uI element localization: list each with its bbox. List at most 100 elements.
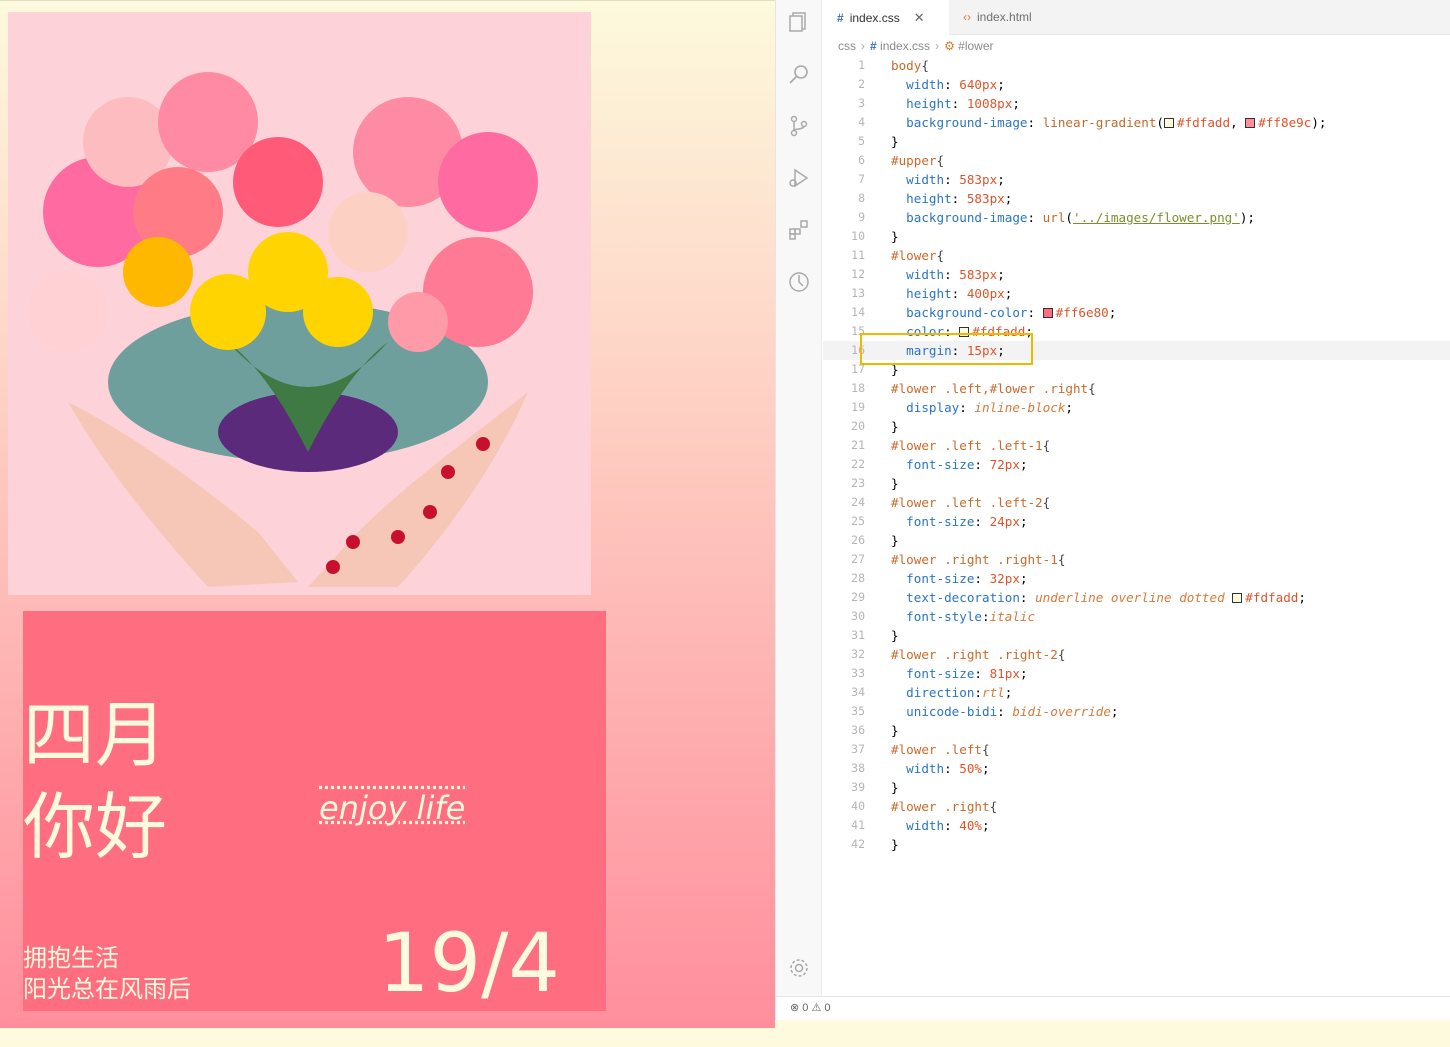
error-icon[interactable]: ⊗ <box>790 1002 799 1014</box>
code-text[interactable]: } <box>891 626 899 645</box>
code-text[interactable]: height: 400px; <box>891 284 1012 303</box>
color-swatch-icon[interactable] <box>959 327 970 337</box>
code-line[interactable]: 3 height: 1008px; <box>823 94 1450 113</box>
code-line[interactable]: 22 font-size: 72px; <box>823 455 1450 474</box>
code-line[interactable]: 13 height: 400px; <box>823 284 1450 303</box>
code-line[interactable]: 37 #lower .left{ <box>823 740 1450 759</box>
close-icon[interactable]: ✕ <box>914 10 925 25</box>
code-line[interactable]: 19 display: inline-block; <box>823 398 1450 417</box>
code-text[interactable]: height: 1008px; <box>891 94 1020 113</box>
code-line[interactable]: 11 #lower{ <box>823 246 1450 265</box>
extensions-icon[interactable] <box>787 218 811 242</box>
code-text[interactable]: unicode-bidi: bidi-override; <box>891 702 1118 721</box>
code-line[interactable]: 2 width: 640px; <box>823 75 1450 94</box>
code-text[interactable]: body{ <box>891 56 929 75</box>
color-swatch-icon[interactable] <box>1042 308 1053 318</box>
code-line[interactable]: 32 #lower .right .right-2{ <box>823 645 1450 664</box>
code-text[interactable]: width: 583px; <box>891 265 1005 284</box>
search-icon[interactable] <box>787 62 811 86</box>
code-area[interactable]: 1 body{2 width: 640px; 3 height: 1008px; 4 … <box>823 56 1450 986</box>
tab-index-css[interactable]: # index.css ✕ <box>823 0 949 35</box>
code-text[interactable]: background-image: linear-gradient(#fdfad… <box>891 113 1326 132</box>
code-line[interactable]: 30 font-style:italic <box>823 607 1450 626</box>
code-text[interactable]: font-style:italic <box>891 607 1035 626</box>
code-line[interactable]: 26} <box>823 531 1450 550</box>
code-text[interactable]: width: 640px; <box>891 75 1005 94</box>
code-text[interactable]: #lower .right{ <box>891 797 997 816</box>
code-text[interactable]: height: 583px; <box>891 189 1012 208</box>
code-text[interactable]: font-size: 72px; <box>891 455 1027 474</box>
code-text[interactable]: } <box>891 721 899 740</box>
code-text[interactable]: #lower .right .right-1{ <box>891 550 1065 569</box>
code-text[interactable]: } <box>891 835 899 854</box>
code-line[interactable]: 21 #lower .left .left-1{ <box>823 436 1450 455</box>
code-text[interactable]: } <box>891 132 899 151</box>
code-text[interactable]: font-size: 24px; <box>891 512 1027 531</box>
code-text[interactable]: } <box>891 417 899 436</box>
code-line[interactable]: 24 #lower .left .left-2{ <box>823 493 1450 512</box>
code-text[interactable]: } <box>891 474 899 493</box>
breadcrumb-folder[interactable]: css <box>838 39 856 53</box>
code-line[interactable]: 42} <box>823 835 1450 854</box>
color-swatch-icon[interactable] <box>1245 118 1256 128</box>
code-line[interactable]: 5} <box>823 132 1450 151</box>
code-line[interactable]: 8 height: 583px; <box>823 189 1450 208</box>
breadcrumb-symbol[interactable]: #lower <box>958 39 993 53</box>
code-line[interactable]: 23} <box>823 474 1450 493</box>
code-text[interactable]: #lower .left .left-2{ <box>891 493 1050 512</box>
code-line[interactable]: 1 body{ <box>823 56 1450 75</box>
code-text[interactable]: background-image: url('../images/flower.… <box>891 208 1255 227</box>
code-text[interactable]: #upper{ <box>891 151 944 170</box>
code-text[interactable]: background-color: #ff6e80; <box>891 303 1116 322</box>
code-line[interactable]: 12 width: 583px; <box>823 265 1450 284</box>
code-line[interactable]: 14 background-color: #ff6e80; <box>823 303 1450 322</box>
code-text[interactable]: #lower .left,#lower .right{ <box>891 379 1096 398</box>
code-text[interactable]: #lower{ <box>891 246 944 265</box>
code-line[interactable]: 41 width: 40%; <box>823 816 1450 835</box>
code-text[interactable]: display: inline-block; <box>891 398 1073 417</box>
code-line[interactable]: 15 color: #fdfadd; <box>823 322 1450 341</box>
breadcrumb-file[interactable]: index.css <box>880 39 930 53</box>
code-line[interactable]: 6 #upper{ <box>823 151 1450 170</box>
code-text[interactable]: width: 40%; <box>891 816 989 835</box>
error-count[interactable]: 0 <box>802 1002 808 1014</box>
color-swatch-icon[interactable] <box>1232 593 1243 603</box>
code-text[interactable]: color: #fdfadd; <box>891 322 1033 341</box>
timeline-icon[interactable] <box>787 270 811 294</box>
code-text[interactable]: direction:rtl; <box>891 683 1012 702</box>
code-line[interactable]: 7 width: 583px; <box>823 170 1450 189</box>
code-line[interactable]: 31} <box>823 626 1450 645</box>
code-text[interactable]: } <box>891 360 899 379</box>
code-line[interactable]: 40 #lower .right{ <box>823 797 1450 816</box>
code-text[interactable]: #lower .left .left-1{ <box>891 436 1050 455</box>
code-text[interactable]: #lower .left{ <box>891 740 990 759</box>
code-line[interactable]: 10} <box>823 227 1450 246</box>
code-text[interactable]: #lower .right .right-2{ <box>891 645 1065 664</box>
code-line[interactable]: 38 width: 50%; <box>823 759 1450 778</box>
warning-icon[interactable]: ⚠ <box>811 1002 821 1014</box>
code-text[interactable]: margin: 15px; <box>891 341 1005 360</box>
code-text[interactable]: } <box>891 227 899 246</box>
code-line[interactable]: 34 direction:rtl; <box>823 683 1450 702</box>
code-text[interactable]: font-size: 81px; <box>891 664 1027 683</box>
code-line[interactable]: 28 font-size: 32px; <box>823 569 1450 588</box>
code-text[interactable]: } <box>891 531 899 550</box>
code-line[interactable]: 29 text-decoration: underline overline d… <box>823 588 1450 607</box>
code-line[interactable]: 36} <box>823 721 1450 740</box>
code-line[interactable]: 9 background-image: url('../images/flowe… <box>823 208 1450 227</box>
code-line[interactable]: 16 margin: 15px; <box>823 341 1450 360</box>
tab-index-html[interactable]: ‹› index.html <box>949 0 1069 35</box>
code-text[interactable]: width: 50%; <box>891 759 989 778</box>
code-text[interactable]: font-size: 32px; <box>891 569 1027 588</box>
source-control-icon[interactable] <box>787 114 811 138</box>
code-line[interactable]: 18 #lower .left,#lower .right{ <box>823 379 1450 398</box>
code-line[interactable]: 4 background-image: linear-gradient(#fdf… <box>823 113 1450 132</box>
code-text[interactable]: width: 583px; <box>891 170 1005 189</box>
code-line[interactable]: 33 font-size: 81px; <box>823 664 1450 683</box>
run-debug-icon[interactable] <box>787 166 811 190</box>
settings-gear-icon[interactable] <box>787 956 811 980</box>
code-line[interactable]: 20} <box>823 417 1450 436</box>
explorer-icon[interactable] <box>787 10 811 34</box>
warning-count[interactable]: 0 <box>824 1002 830 1014</box>
code-text[interactable]: text-decoration: underline overline dott… <box>891 588 1306 607</box>
